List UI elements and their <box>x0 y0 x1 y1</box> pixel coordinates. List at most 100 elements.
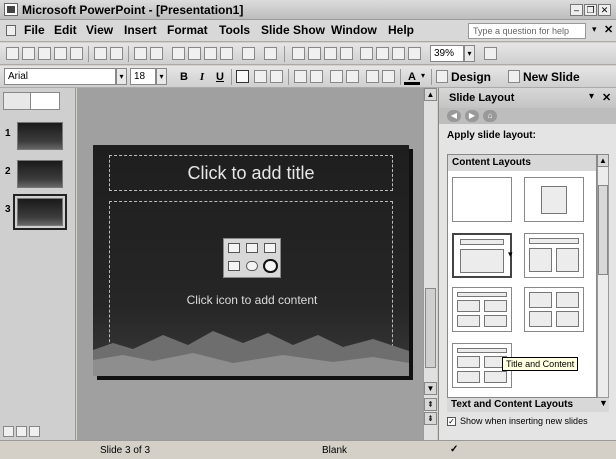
ask-question-input[interactable]: Type a question for help <box>468 23 586 39</box>
expand-all-icon[interactable] <box>360 47 373 60</box>
task-pane-dropdown-icon[interactable]: ▾ <box>589 91 594 102</box>
decrease-indent-icon[interactable] <box>366 70 379 83</box>
cut-icon[interactable] <box>172 47 185 60</box>
scroll-down-icon[interactable]: ▼ <box>424 382 437 395</box>
scroll-thumb[interactable] <box>598 185 608 275</box>
show-when-checkbox[interactable]: ✓ <box>447 417 456 426</box>
layout-title-and-content[interactable] <box>452 233 512 278</box>
normal-view-icon[interactable] <box>3 426 14 437</box>
slide-show-icon[interactable] <box>29 426 40 437</box>
next-slide-icon[interactable]: ⇟ <box>424 412 437 425</box>
insert-picture-icon[interactable] <box>228 261 240 271</box>
section-expand-icon[interactable]: ▼ <box>599 398 608 408</box>
scroll-up-icon[interactable]: ▲ <box>597 154 609 167</box>
align-right-icon[interactable] <box>270 70 283 83</box>
spelling-icon[interactable] <box>134 47 147 60</box>
research-icon[interactable] <box>150 47 163 60</box>
slides-tab[interactable] <box>30 92 60 110</box>
email-icon[interactable] <box>70 47 83 60</box>
scroll-thumb[interactable] <box>425 288 436 368</box>
show-formatting-icon[interactable] <box>376 47 389 60</box>
insert-diagram-icon[interactable] <box>246 261 258 271</box>
layout-two-content[interactable] <box>524 233 584 278</box>
paste-icon[interactable] <box>204 47 217 60</box>
italic-button[interactable]: I <box>194 69 210 85</box>
layout-title-and-4-content[interactable] <box>452 287 512 332</box>
slide-thumbnail-1[interactable] <box>17 122 63 150</box>
title-placeholder[interactable]: Click to add title <box>109 155 393 191</box>
color-grayscale-icon[interactable] <box>408 47 421 60</box>
text-content-layouts-header[interactable]: Text and Content Layouts <box>447 398 609 412</box>
menu-edit[interactable]: Edit <box>54 23 77 37</box>
ask-dropdown-icon[interactable]: ▾ <box>592 24 597 35</box>
open-icon[interactable] <box>22 47 35 60</box>
save-icon[interactable] <box>38 47 51 60</box>
restore-icon[interactable]: ❐ <box>584 4 597 16</box>
slide-canvas[interactable]: Click to add title Click icon to add con… <box>93 145 409 376</box>
outline-tab[interactable] <box>3 92 31 110</box>
zoom-field[interactable]: 39% <box>430 45 464 62</box>
design-icon[interactable] <box>436 70 448 83</box>
menu-format[interactable]: Format <box>167 23 208 37</box>
font-color-button[interactable]: A <box>404 69 420 85</box>
center-icon[interactable] <box>254 70 267 83</box>
increase-indent-icon[interactable] <box>382 70 395 83</box>
format-painter-icon[interactable] <box>220 47 233 60</box>
increase-font-icon[interactable] <box>330 70 343 83</box>
insert-table-icon[interactable] <box>308 47 321 60</box>
slide-sorter-view-icon[interactable] <box>16 426 27 437</box>
menu-window[interactable]: Window <box>331 23 377 37</box>
insert-media-clip-icon[interactable] <box>263 259 278 273</box>
layout-content[interactable] <box>524 177 584 222</box>
design-button[interactable]: Design <box>451 70 491 84</box>
tables-borders-icon[interactable] <box>324 47 337 60</box>
forward-icon[interactable]: ▶ <box>465 110 479 122</box>
layout-scrollbar[interactable]: ▲ <box>597 154 609 398</box>
minimize-icon[interactable]: – <box>570 4 583 16</box>
permission-icon[interactable] <box>54 47 67 60</box>
menu-view[interactable]: View <box>86 23 113 37</box>
new-icon[interactable] <box>6 47 19 60</box>
menu-insert[interactable]: Insert <box>124 23 157 37</box>
grid-icon[interactable] <box>392 47 405 60</box>
layout-blank[interactable] <box>452 177 512 222</box>
undo-icon[interactable] <box>242 47 255 60</box>
menu-slide-show[interactable]: Slide Show <box>261 23 325 37</box>
underline-button[interactable]: U <box>212 69 228 85</box>
new-slide-button[interactable]: New Slide <box>523 70 580 84</box>
insert-chart-icon[interactable] <box>246 243 258 253</box>
powerpoint-app-icon[interactable] <box>4 3 18 16</box>
zoom-dropdown-icon[interactable]: ▾ <box>464 45 475 62</box>
new-slide-icon[interactable] <box>508 70 520 83</box>
numbering-icon[interactable] <box>294 70 307 83</box>
bold-button[interactable]: B <box>176 69 192 85</box>
copy-icon[interactable] <box>188 47 201 60</box>
print-preview-icon[interactable] <box>110 47 123 60</box>
slide-scrollbar[interactable]: ▲ ▼ ⇞ ⇟ <box>423 88 437 440</box>
font-name-field[interactable]: Arial <box>4 68 116 85</box>
close-document-icon[interactable]: ✕ <box>604 23 613 36</box>
font-dropdown-icon[interactable]: ▾ <box>116 68 127 85</box>
task-pane-close-icon[interactable]: ✕ <box>602 91 611 104</box>
redo-icon[interactable] <box>264 47 277 60</box>
previous-slide-icon[interactable]: ⇞ <box>424 398 437 411</box>
menu-help[interactable]: Help <box>388 23 414 37</box>
layout-dropdown-icon[interactable]: ▾ <box>508 249 513 260</box>
insert-hyperlink-icon[interactable] <box>340 47 353 60</box>
back-icon[interactable]: ◀ <box>447 110 461 122</box>
home-icon[interactable]: ⌂ <box>483 110 497 122</box>
bullets-icon[interactable] <box>310 70 323 83</box>
font-size-field[interactable]: 18 <box>130 68 156 85</box>
align-left-icon[interactable] <box>236 70 249 83</box>
scroll-up-icon[interactable]: ▲ <box>424 88 437 101</box>
slide-thumbnail-3[interactable] <box>13 194 67 230</box>
insert-clip-art-icon[interactable] <box>264 243 276 253</box>
menu-file[interactable]: File <box>24 23 45 37</box>
document-icon[interactable] <box>6 25 16 36</box>
close-icon[interactable]: ✕ <box>598 4 611 16</box>
font-color-dropdown-icon[interactable]: ▾ <box>421 71 425 80</box>
decrease-font-icon[interactable] <box>346 70 359 83</box>
print-icon[interactable] <box>94 47 107 60</box>
help-icon[interactable] <box>484 47 497 60</box>
insert-chart-icon[interactable] <box>292 47 305 60</box>
